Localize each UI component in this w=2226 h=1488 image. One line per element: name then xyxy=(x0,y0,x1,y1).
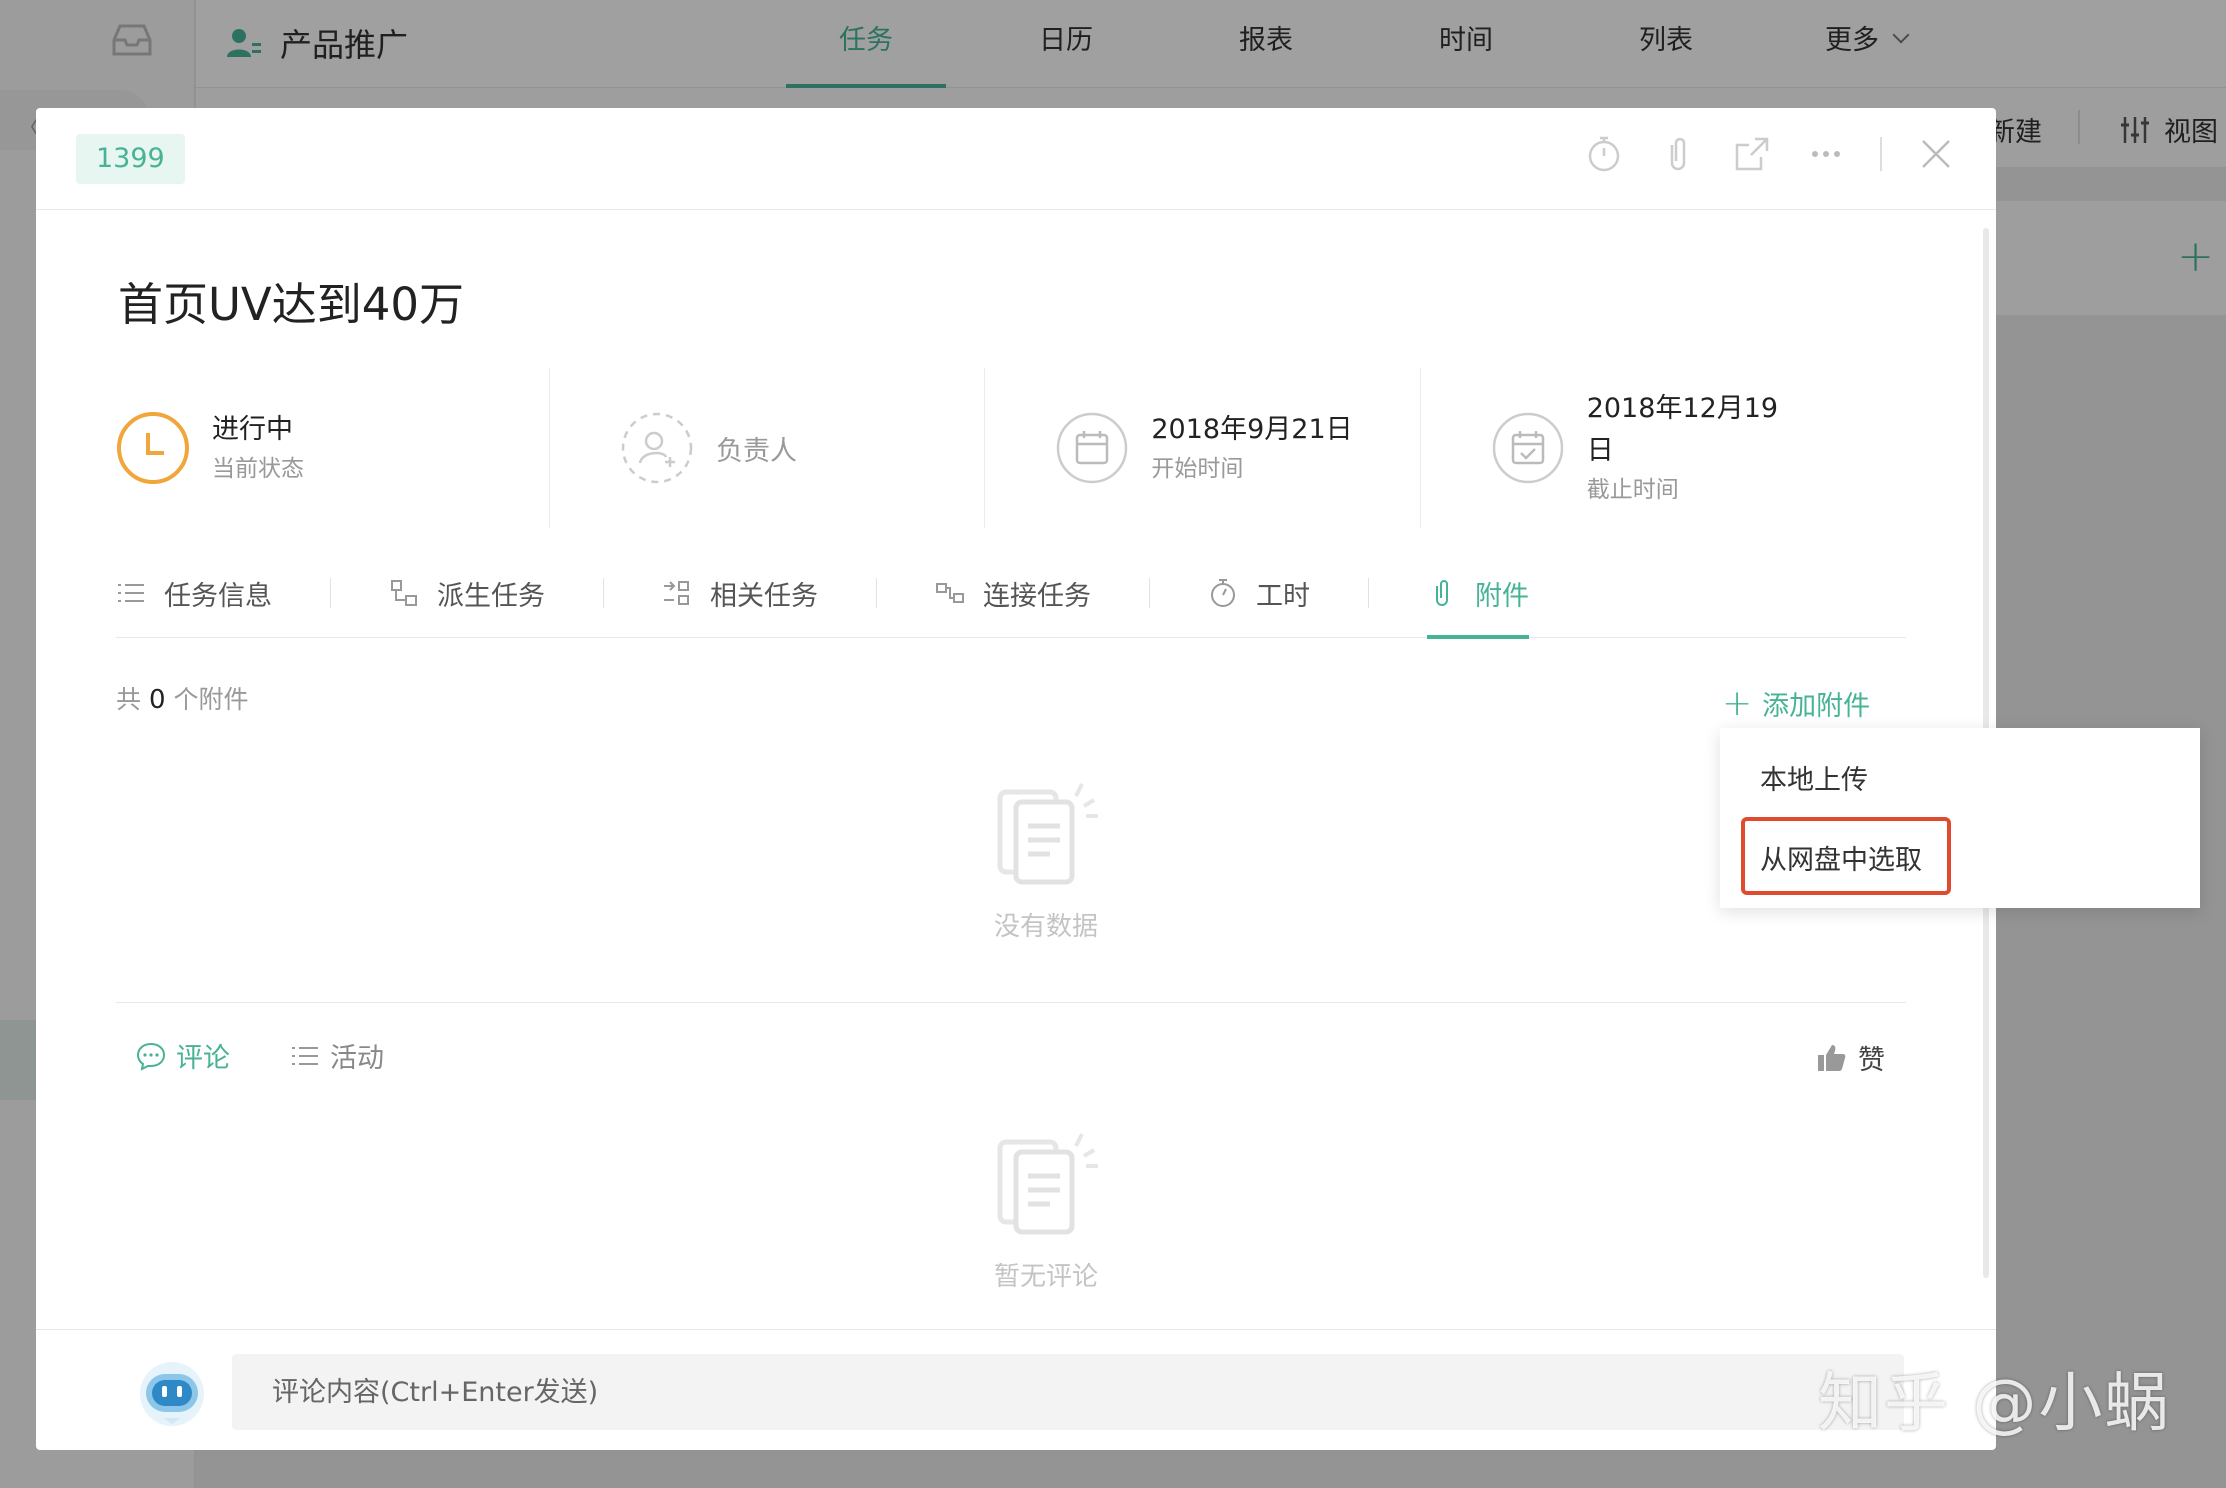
tab-subtasks[interactable]: 派生任务 xyxy=(389,548,545,638)
plus-icon: + xyxy=(1722,682,1753,724)
modal-header-actions xyxy=(1584,134,1956,174)
task-tabs: 任务信息 派生任务 相关任务 连接任务 工时 附件 xyxy=(116,548,1906,639)
add-attachment-button[interactable]: + 添加附件 xyxy=(1722,684,1870,723)
empty-document-icon xyxy=(997,1133,1098,1235)
robot-avatar-icon xyxy=(136,1356,208,1428)
tab-task-info[interactable]: 任务信息 xyxy=(116,548,272,638)
status-field[interactable]: 进行中 当前状态 xyxy=(116,368,551,528)
empty-document-icon xyxy=(997,783,1098,885)
task-meta-row: 进行中 当前状态 负责人 2018年9月21日 开始时间 2018年12月19日… xyxy=(116,368,1856,528)
modal-header: 1399 xyxy=(36,108,1996,210)
header-divider xyxy=(1880,137,1882,171)
assignee-field[interactable]: 负责人 xyxy=(550,368,986,528)
tab-linked-tasks-label: 连接任务 xyxy=(983,580,1091,612)
status-label: 当前状态 xyxy=(212,456,304,482)
attachment-count-suffix: 个附件 xyxy=(173,685,249,714)
like-button[interactable]: 赞 xyxy=(1816,1038,1885,1077)
status-clock-icon xyxy=(116,411,190,485)
due-date-label: 截止时间 xyxy=(1586,477,1679,503)
annotation-highlight-box xyxy=(1741,817,1951,895)
tab-activity[interactable]: 活动 xyxy=(290,1036,384,1075)
task-id-badge: 1399 xyxy=(76,134,185,184)
start-date-label: 开始时间 xyxy=(1151,456,1244,482)
list-icon xyxy=(118,584,144,602)
due-date-value: 2018年12月19日 xyxy=(1586,393,1779,466)
tab-divider xyxy=(1149,577,1150,608)
related-icon xyxy=(664,581,689,605)
list-icon xyxy=(292,1046,318,1065)
start-date-field[interactable]: 2018年9月21日 开始时间 xyxy=(985,368,1421,528)
attachments-empty-state: 没有数据 xyxy=(946,778,1146,943)
attachment-count-prefix: 共 xyxy=(116,685,142,714)
open-external-icon[interactable] xyxy=(1732,134,1772,174)
section-divider xyxy=(116,1002,1906,1003)
thumbs-up-icon xyxy=(1818,1044,1846,1071)
calendar-check-icon xyxy=(1491,411,1565,485)
add-attachment-label: 添加附件 xyxy=(1762,691,1871,722)
add-assignee-icon xyxy=(620,411,694,485)
link-icon xyxy=(936,583,964,603)
subtask-icon xyxy=(391,580,417,606)
tab-work-hours[interactable]: 工时 xyxy=(1208,548,1310,638)
tab-divider xyxy=(330,577,331,608)
comments-empty-state: 暂无评论 xyxy=(946,1128,1146,1293)
menu-item-local-upload[interactable]: 本地上传 xyxy=(1760,758,1868,797)
comments-empty-text: 暂无评论 xyxy=(993,1262,1098,1292)
timer-icon xyxy=(1211,579,1235,607)
tab-related-tasks[interactable]: 相关任务 xyxy=(662,548,818,638)
tab-divider xyxy=(1368,577,1369,608)
tab-comments-label: 评论 xyxy=(176,1043,230,1074)
tab-comments[interactable]: 评论 xyxy=(136,1036,230,1075)
more-icon[interactable] xyxy=(1806,134,1846,174)
attachments-empty-text: 没有数据 xyxy=(993,912,1098,942)
like-label: 赞 xyxy=(1858,1045,1885,1076)
paperclip-icon xyxy=(1436,580,1448,606)
tab-attachments[interactable]: 附件 xyxy=(1427,548,1529,639)
paperclip-icon[interactable] xyxy=(1658,134,1698,174)
task-detail-modal: 1399 首页UV达到40万 进行中 当前状态 负责人 2018年9月21日 开… xyxy=(36,108,1996,1450)
stopwatch-icon[interactable] xyxy=(1584,134,1624,174)
due-date-field[interactable]: 2018年12月19日 截止时间 xyxy=(1421,368,1856,528)
tab-task-info-label: 任务信息 xyxy=(164,580,272,612)
tab-attachments-label: 附件 xyxy=(1475,580,1529,612)
comment-tabs: 评论 活动 xyxy=(136,1036,384,1075)
comment-input[interactable] xyxy=(232,1354,1904,1430)
calendar-icon xyxy=(1055,411,1129,485)
tab-work-hours-label: 工时 xyxy=(1256,580,1310,612)
close-icon[interactable] xyxy=(1916,134,1956,174)
attachment-count-value: 0 xyxy=(148,685,166,715)
start-date-value: 2018年9月21日 xyxy=(1151,414,1353,445)
zhihu-watermark: 知乎 @小蜗 xyxy=(1818,1367,2171,1441)
tab-subtasks-label: 派生任务 xyxy=(437,580,545,612)
status-value: 进行中 xyxy=(212,414,293,445)
tab-linked-tasks[interactable]: 连接任务 xyxy=(935,548,1091,638)
attachment-count: 共 0 个附件 xyxy=(116,680,248,716)
task-title[interactable]: 首页UV达到40万 xyxy=(118,268,464,333)
tab-divider xyxy=(876,577,877,608)
comment-icon xyxy=(136,1042,166,1071)
tab-related-tasks-label: 相关任务 xyxy=(710,580,818,612)
comment-composer xyxy=(36,1329,1996,1450)
assignee-placeholder: 负责人 xyxy=(716,435,798,467)
tab-activity-label: 活动 xyxy=(330,1043,384,1074)
tab-divider xyxy=(603,577,604,608)
